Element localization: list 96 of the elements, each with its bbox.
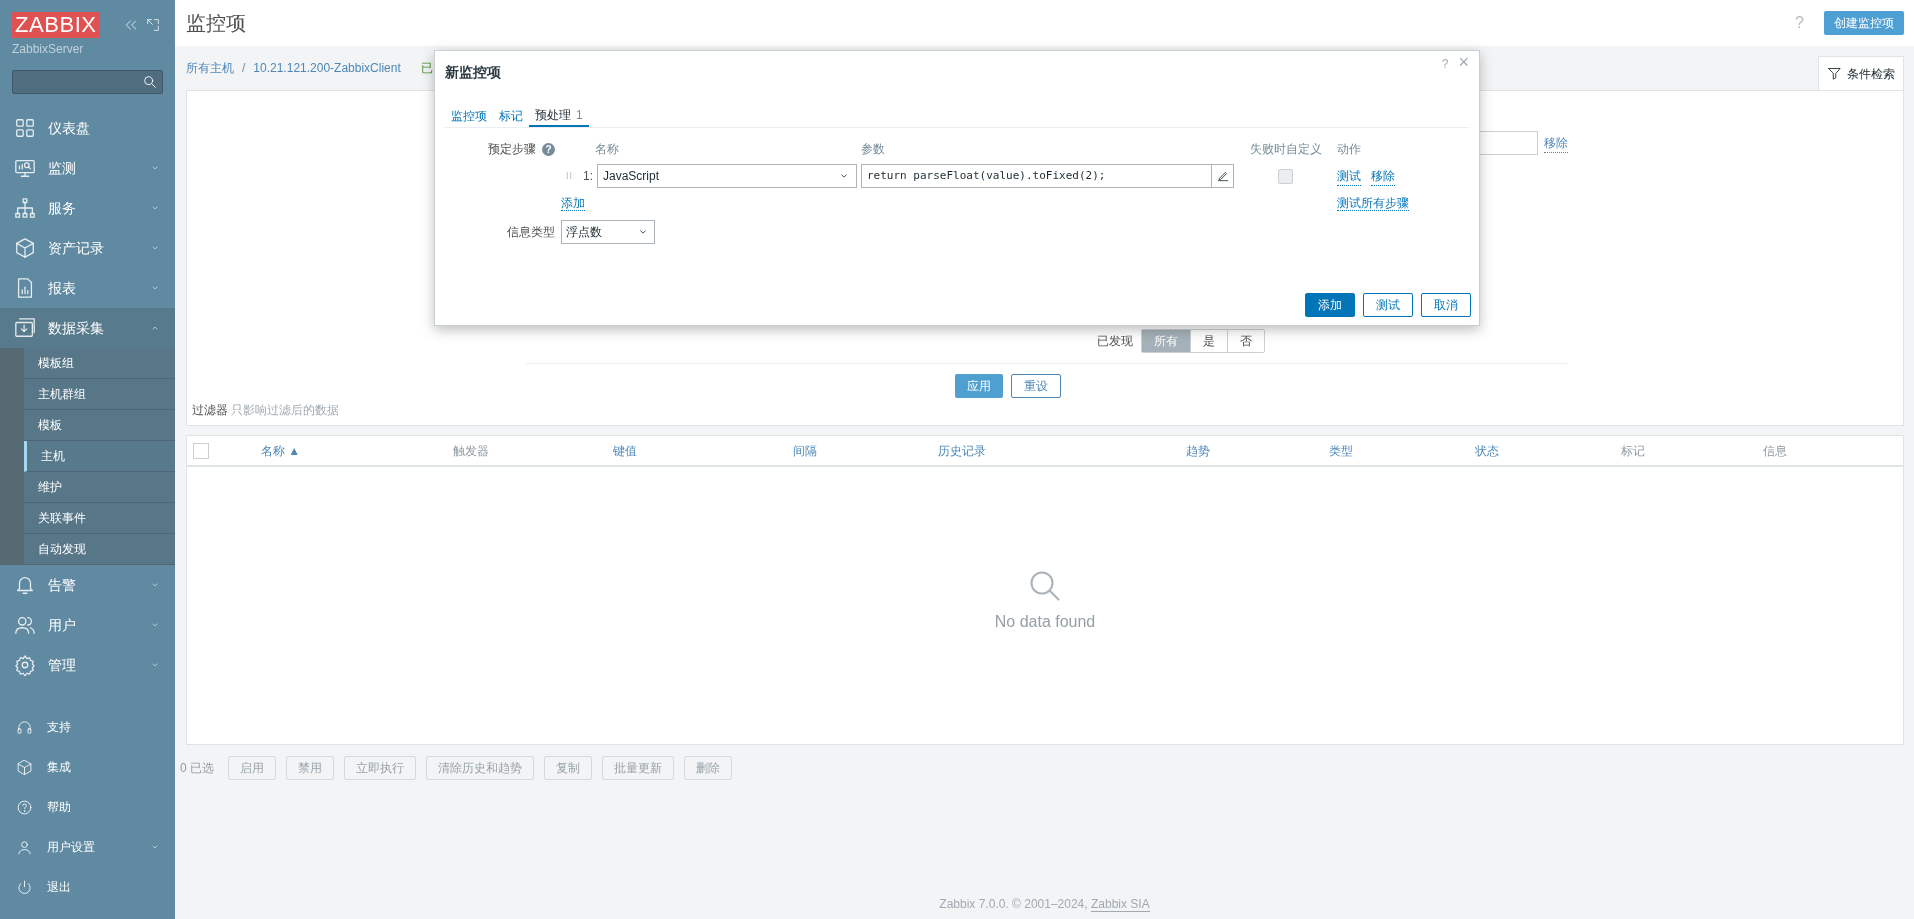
breadcrumb-separator: / [242,60,246,77]
menu-item[interactable]: 帮助 [0,787,175,827]
dropdown[interactable]: 浮点数 [561,220,655,244]
checkbox[interactable] [193,442,209,459]
submenu-item[interactable]: 维护 [24,472,175,503]
hierarchy-icon [14,197,36,219]
column-sort-link[interactable]: 趋势 [1186,441,1210,460]
remove-link[interactable]: 移除 [1544,133,1568,153]
step-number: 1: [583,168,593,185]
help-link[interactable]: ? [1441,55,1449,73]
column-header: 信息 [1763,442,1787,460]
submenu-item[interactable]: 主机群组 [24,379,175,410]
page-title: 监控项 [186,11,247,36]
create-item-button[interactable]: 创建监控项 [1824,11,1904,35]
submenu-item[interactable]: 主机 [24,441,175,472]
column-sort-link[interactable]: 历史记录 [938,441,986,460]
grid-icon [14,117,36,139]
inbox-download-icon [14,317,36,339]
menu-item[interactable]: 监测 [0,148,175,188]
dialog-title: 新监控项 [445,62,502,82]
filter-tab[interactable]: 条件检索 [1818,56,1904,90]
test-all-link[interactable]: 测试所有步骤 [1337,196,1409,211]
checkbox[interactable] [1278,168,1293,184]
menu-item[interactable]: 集成 [0,747,175,787]
settings-icon [14,654,36,676]
menu-item[interactable]: 用户设置 [0,827,175,867]
column-sort-link[interactable]: 键值 [613,441,637,460]
column-header: 触发器 [453,442,489,460]
column-header: 动作 [1337,141,1362,158]
filter-icon [1827,66,1842,81]
logo: ZABBIX [12,12,100,38]
column-header: 名称 [594,141,620,158]
monitor-icon [14,157,36,179]
segment-option[interactable]: 否 [1227,330,1264,352]
menu-item[interactable]: 支持 [0,707,175,747]
tab[interactable]: 标记 [493,105,529,127]
column-sort-link[interactable]: 名称 ▲ [261,441,301,460]
menu-item[interactable]: 报表 [0,268,175,308]
empty-message: No data found [994,611,1096,632]
dialog-button[interactable]: 添加 [1305,293,1355,317]
dialog-button[interactable]: 取消 [1421,293,1471,317]
expand-icon [145,17,161,33]
search-field[interactable] [12,70,163,94]
breadcrumb-link[interactable]: 10.21.121.200-ZabbixClient [253,59,401,77]
cube-icon [16,758,33,776]
action-link[interactable]: 测试 [1337,166,1361,186]
user-icon [16,838,33,856]
column-sort-link[interactable]: 状态 [1475,441,1499,460]
bell-icon [14,574,36,596]
filter-note: 过滤器 只影响过滤后的数据 [192,402,340,419]
menu-item[interactable]: 退出 [0,867,175,907]
add-link[interactable]: 添加 [561,196,585,211]
selected-count: 0 已选 [180,760,214,777]
help-icon [16,798,33,816]
field-label: 预定步骤 [488,141,536,158]
dropdown[interactable]: JavaScript [597,164,857,188]
reset-button[interactable]: 重设 [1010,374,1061,398]
column-sort-link[interactable]: 间隔 [793,441,817,460]
apply-button[interactable]: 应用 [954,374,1003,398]
menu-item[interactable]: 数据采集 [0,308,175,348]
column-header: 失败时自定义 [1249,141,1322,158]
menu-item[interactable]: 用户 [0,605,175,645]
search-icon [142,74,158,90]
footer-link[interactable]: Zabbix SIA [1090,897,1150,912]
pencil-icon [1215,169,1230,183]
submenu-item[interactable]: 模板 [24,410,175,441]
dialog-button[interactable]: 测试 [1363,293,1413,317]
users-icon [14,614,36,636]
collapse-icon [123,17,139,33]
breadcrumb-link[interactable]: 已 [420,59,433,77]
submenu-item[interactable]: 模板组 [24,348,175,379]
close-button[interactable]: × [1458,53,1469,71]
cube-icon [14,237,36,259]
footer-text: Zabbix 7.0.0. © 2001–2024, Zabbix SIA [938,896,1151,913]
help-icon[interactable]: ? [542,142,555,156]
column-header: 标记 [1621,442,1645,460]
power-icon [16,878,33,896]
field-label: 已发现 [1097,333,1133,350]
menu-item[interactable]: 管理 [0,645,175,685]
action-link[interactable]: 移除 [1371,166,1395,186]
text-field[interactable]: return parseFloat(value).toFixed(2); [861,164,1234,188]
server-name: ZabbixServer [11,41,85,58]
menu-item[interactable]: 告警 [0,565,175,605]
segment-option[interactable]: 所有 [1142,330,1190,352]
field-label: 信息类型 [506,224,555,241]
submenu-item[interactable]: 关联事件 [24,503,175,534]
submenu-item[interactable]: 自动发现 [24,534,175,565]
column-sort-link[interactable]: 类型 [1329,441,1353,460]
menu-item[interactable]: 服务 [0,188,175,228]
tab[interactable]: 监控项 [445,105,493,127]
breadcrumb-link[interactable]: 所有主机 [186,59,234,77]
menu-item[interactable]: 资产记录 [0,228,175,268]
menu-item[interactable]: 仪表盘 [0,108,175,148]
headset-icon [16,718,33,736]
tab[interactable]: 预处理 1 [529,105,589,127]
column-header: 参数 [861,141,886,158]
